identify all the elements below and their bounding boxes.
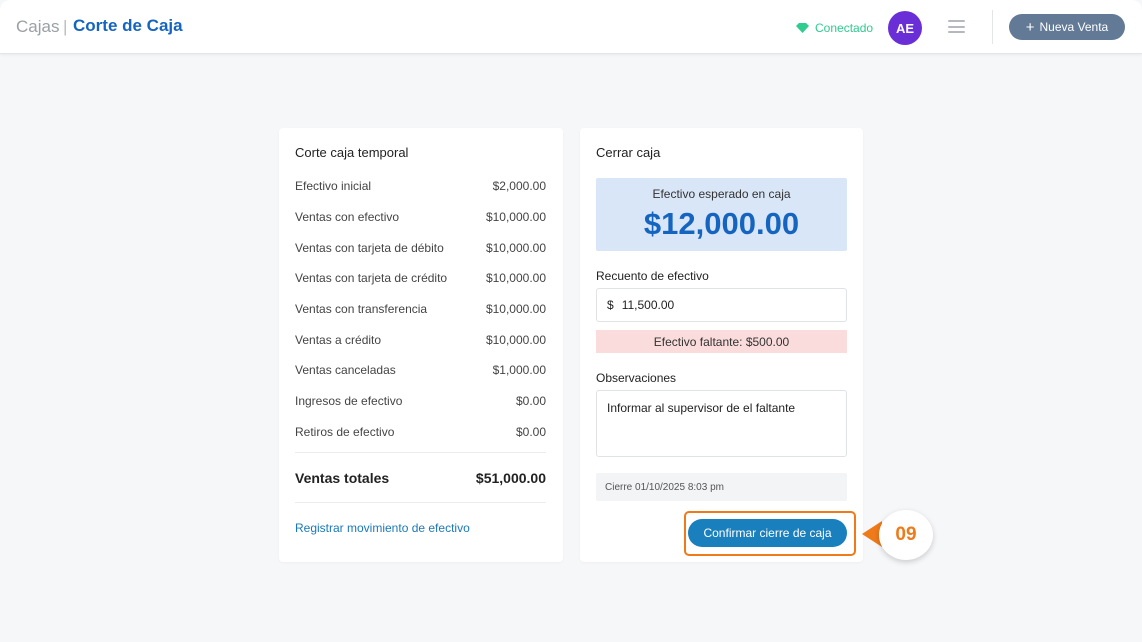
summary-row-value: $10,000.00 (485, 271, 546, 285)
page-title: Corte de Caja (73, 16, 183, 35)
step-number-badge: 09 (879, 510, 933, 560)
status-label: Conectado (815, 21, 874, 35)
summary-row-label: Ventas con tarjeta de crédito (295, 271, 448, 285)
close-datetime: Cierre 01/10/2025 8:03 pm (596, 473, 847, 501)
summary-row-value: $10,000.00 (485, 241, 546, 255)
hamburger-menu-icon[interactable] (948, 20, 965, 33)
new-sale-label: Nueva Venta (1039, 20, 1109, 34)
summary-row: Efectivo inicial $2,000.00 (295, 179, 546, 193)
expected-cash-box: Efectivo esperado en caja $12,000.00 (596, 178, 847, 251)
register-cash-movement-link[interactable]: Registrar movimiento de efectivo (295, 521, 470, 535)
temporary-cut-title: Corte caja temporal (295, 145, 409, 160)
summary-row-label: Ventas canceladas (295, 363, 396, 377)
summary-row: Ventas con efectivo $10,000.00 (295, 210, 546, 224)
summary-row: Retiros de efectivo $0.00 (295, 425, 546, 439)
summary-row-label: Ingresos de efectivo (295, 394, 403, 408)
summary-row-label: Retiros de efectivo (295, 425, 395, 439)
header-divider (992, 10, 993, 44)
expected-cash-label: Efectivo esperado en caja (652, 187, 791, 201)
new-sale-button[interactable]: + Nueva Venta (1009, 14, 1125, 40)
missing-cash-alert: Efectivo faltante: $500.00 (596, 330, 847, 353)
summary-row: Ventas con tarjeta de débito $10,000.00 (295, 241, 546, 255)
plus-icon: + (1025, 18, 1035, 36)
summary-row-label: Ventas con efectivo (295, 210, 400, 224)
top-header: Cajas | Corte de Caja Conectado AE + Nue… (0, 0, 1142, 54)
close-register-title: Cerrar caja (596, 145, 661, 160)
total-sales-label: Ventas totales (295, 470, 390, 486)
summary-row-label: Ventas con tarjeta de débito (295, 241, 444, 255)
summary-row: Ventas a crédito $10,000.00 (295, 333, 546, 347)
notes-textarea[interactable]: Informar al supervisor de el faltante (596, 390, 847, 457)
divider (295, 502, 546, 503)
summary-row-label: Efectivo inicial (295, 179, 372, 193)
cash-count-input[interactable]: $ 11,500.00 (596, 288, 847, 322)
summary-row-value: $10,000.00 (485, 302, 546, 316)
total-sales-row: Ventas totales $51,000.00 (295, 470, 546, 486)
currency-symbol: $ (607, 298, 614, 312)
summary-row-value: $10,000.00 (485, 210, 546, 224)
summary-row-value: $0.00 (515, 394, 546, 408)
summary-row: Ingresos de efectivo $0.00 (295, 394, 546, 408)
cash-count-value: 11,500.00 (621, 298, 675, 312)
total-sales-value: $51,000.00 (475, 470, 546, 486)
breadcrumb-separator: | (63, 17, 68, 36)
summary-row-value: $10,000.00 (485, 333, 546, 347)
connection-status: Conectado (796, 20, 873, 36)
notes-label: Observaciones (596, 371, 677, 385)
confirm-close-button[interactable]: Confirmar cierre de caja (688, 519, 847, 547)
summary-row-value: $0.00 (515, 425, 546, 439)
app-frame: Cajas | Corte de Caja Conectado AE + Nue… (0, 0, 1142, 642)
expected-cash-value: $12,000.00 (643, 206, 800, 241)
summary-row: Ventas canceladas $1,000.00 (295, 363, 546, 377)
temporary-cut-card: Corte caja temporal Efectivo inicial $2,… (279, 128, 563, 562)
breadcrumb-cajas[interactable]: Cajas (16, 17, 59, 37)
divider (295, 452, 546, 453)
summary-row-value: $2,000.00 (492, 179, 546, 193)
connected-gem-icon (796, 23, 809, 33)
summary-row-label: Ventas a crédito (295, 333, 382, 347)
summary-row-label: Ventas con transferencia (295, 302, 428, 316)
avatar[interactable]: AE (888, 11, 922, 45)
summary-row: Ventas con transferencia $10,000.00 (295, 302, 546, 316)
cash-count-label: Recuento de efectivo (596, 269, 709, 283)
close-register-card: Cerrar caja Efectivo esperado en caja $1… (580, 128, 863, 562)
summary-row: Ventas con tarjeta de crédito $10,000.00 (295, 271, 546, 285)
summary-row-value: $1,000.00 (492, 363, 546, 377)
